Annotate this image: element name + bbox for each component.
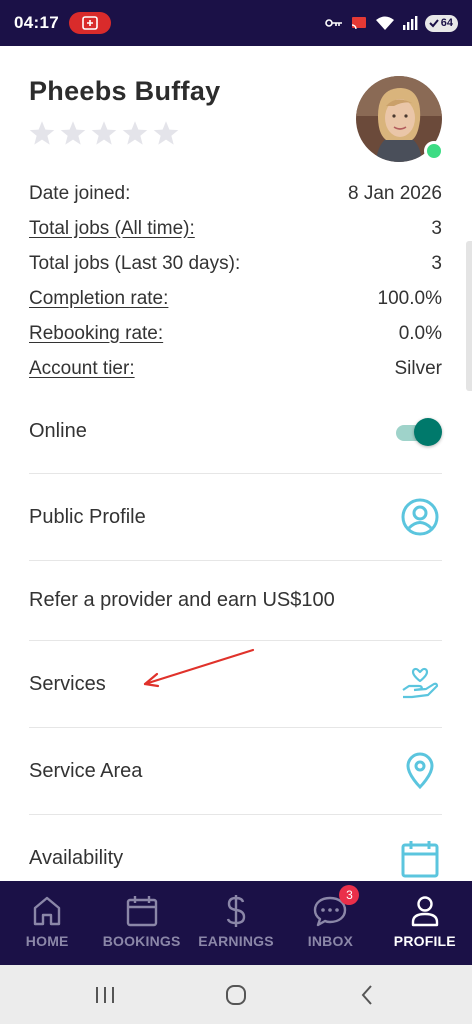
stat-total-jobs-all-time: Total jobs (All time): 3 xyxy=(29,211,442,246)
calendar-icon xyxy=(126,895,158,927)
menu-item-label: Services xyxy=(29,672,106,695)
back-chevron-icon xyxy=(361,984,372,1005)
stat-label-link[interactable]: Completion rate: xyxy=(29,288,168,310)
profile-menu: Online Public Profile Refer a provider a… xyxy=(29,390,442,881)
menu-item-label: Public Profile xyxy=(29,505,146,528)
star-icon xyxy=(122,121,148,145)
online-status-dot xyxy=(424,141,444,161)
stat-value: 8 Jan 2026 xyxy=(347,182,442,204)
inbox-badge: 3 xyxy=(339,885,360,905)
nav-label: INBOX xyxy=(307,933,354,949)
scrollbar[interactable] xyxy=(466,241,472,391)
online-toggle[interactable] xyxy=(396,417,442,446)
signal-icon xyxy=(402,16,418,30)
battery-icon: 64 xyxy=(424,14,458,32)
stat-label: Total jobs (Last 30 days): xyxy=(29,252,241,274)
stat-completion-rate: Completion rate: 100.0% xyxy=(29,281,442,316)
nav-label: EARNINGS xyxy=(198,933,274,949)
profile-content[interactable]: Pheebs Buffay Date joined: 8 Jan 2026 To… xyxy=(0,46,472,881)
recent-apps-icon xyxy=(96,986,115,1003)
toggle-knob xyxy=(414,417,442,446)
menu-item-availability[interactable]: Availability xyxy=(29,815,442,881)
menu-item-service-area[interactable]: Service Area xyxy=(29,728,442,815)
stat-label-link[interactable]: Account tier: xyxy=(29,358,135,380)
stat-total-jobs-30-days: Total jobs (Last 30 days): 3 xyxy=(29,246,442,281)
nav-home[interactable]: HOME xyxy=(0,881,94,965)
home-icon xyxy=(32,895,62,927)
dollar-icon xyxy=(224,895,248,927)
stat-rebooking-rate: Rebooking rate: 0.0% xyxy=(29,316,442,351)
chat-bubble-icon: 3 xyxy=(313,885,360,927)
rating-stars xyxy=(28,120,180,147)
star-icon xyxy=(29,121,55,145)
nav-earnings[interactable]: EARNINGS xyxy=(189,881,283,965)
stat-label-link[interactable]: Rebooking rate: xyxy=(29,323,163,345)
status-bar: 04:17 64 xyxy=(0,0,472,46)
stat-label-link[interactable]: Total jobs (All time): xyxy=(29,218,195,240)
star-icon xyxy=(91,121,117,145)
star-icon xyxy=(153,121,179,145)
nav-label: BOOKINGS xyxy=(102,933,181,949)
cast-icon xyxy=(351,17,366,30)
stat-value: 100.0% xyxy=(377,287,442,309)
stats-list: Date joined: 8 Jan 2026 Total jobs (All … xyxy=(29,176,442,386)
stat-date-joined: Date joined: 8 Jan 2026 xyxy=(29,176,442,211)
stat-label: Date joined: xyxy=(29,182,131,204)
recent-apps-button[interactable] xyxy=(75,975,135,1015)
nav-label: PROFILE xyxy=(393,933,456,949)
screen-record-icon xyxy=(68,12,111,34)
status-icons: 64 xyxy=(324,14,458,32)
profile-name: Pheebs Buffay xyxy=(29,76,221,106)
stat-value: 3 xyxy=(431,252,442,274)
stat-account-tier: Account tier: Silver xyxy=(29,351,442,386)
battery-level: 64 xyxy=(440,17,453,29)
menu-item-refer[interactable]: Refer a provider and earn US$100 xyxy=(29,561,442,641)
bottom-nav: HOME BOOKINGS EARNINGS 3 INBOX PROFILE xyxy=(0,881,472,965)
menu-item-label: Availability xyxy=(29,847,124,869)
menu-item-label: Online xyxy=(29,420,87,442)
nav-inbox[interactable]: 3 INBOX xyxy=(283,881,377,965)
home-button[interactable] xyxy=(206,975,266,1015)
system-nav-bar xyxy=(0,965,472,1024)
wifi-icon xyxy=(375,16,394,30)
star-icon xyxy=(60,121,86,145)
map-pin-icon xyxy=(398,752,442,790)
key-icon xyxy=(324,19,342,27)
menu-item-public-profile[interactable]: Public Profile xyxy=(29,474,442,561)
nav-label: HOME xyxy=(25,933,69,949)
avatar[interactable] xyxy=(356,76,444,162)
hand-heart-icon xyxy=(398,664,442,704)
user-circle-icon xyxy=(398,497,442,537)
menu-item-label: Service Area xyxy=(29,759,143,782)
menu-item-label: Refer a provider and earn US$100 xyxy=(29,589,335,611)
stat-value: 0.0% xyxy=(398,322,442,344)
nav-profile[interactable]: PROFILE xyxy=(378,881,472,965)
person-icon xyxy=(410,895,440,927)
calendar-icon xyxy=(398,839,442,879)
status-time: 04:17 xyxy=(14,13,59,32)
stat-value: 3 xyxy=(431,217,442,239)
back-button[interactable] xyxy=(337,975,397,1015)
home-circle-icon xyxy=(225,984,246,1005)
nav-bookings[interactable]: BOOKINGS xyxy=(94,881,188,965)
annotation-arrow xyxy=(143,648,255,688)
menu-item-online[interactable]: Online xyxy=(29,390,442,474)
stat-value: Silver xyxy=(394,357,442,379)
